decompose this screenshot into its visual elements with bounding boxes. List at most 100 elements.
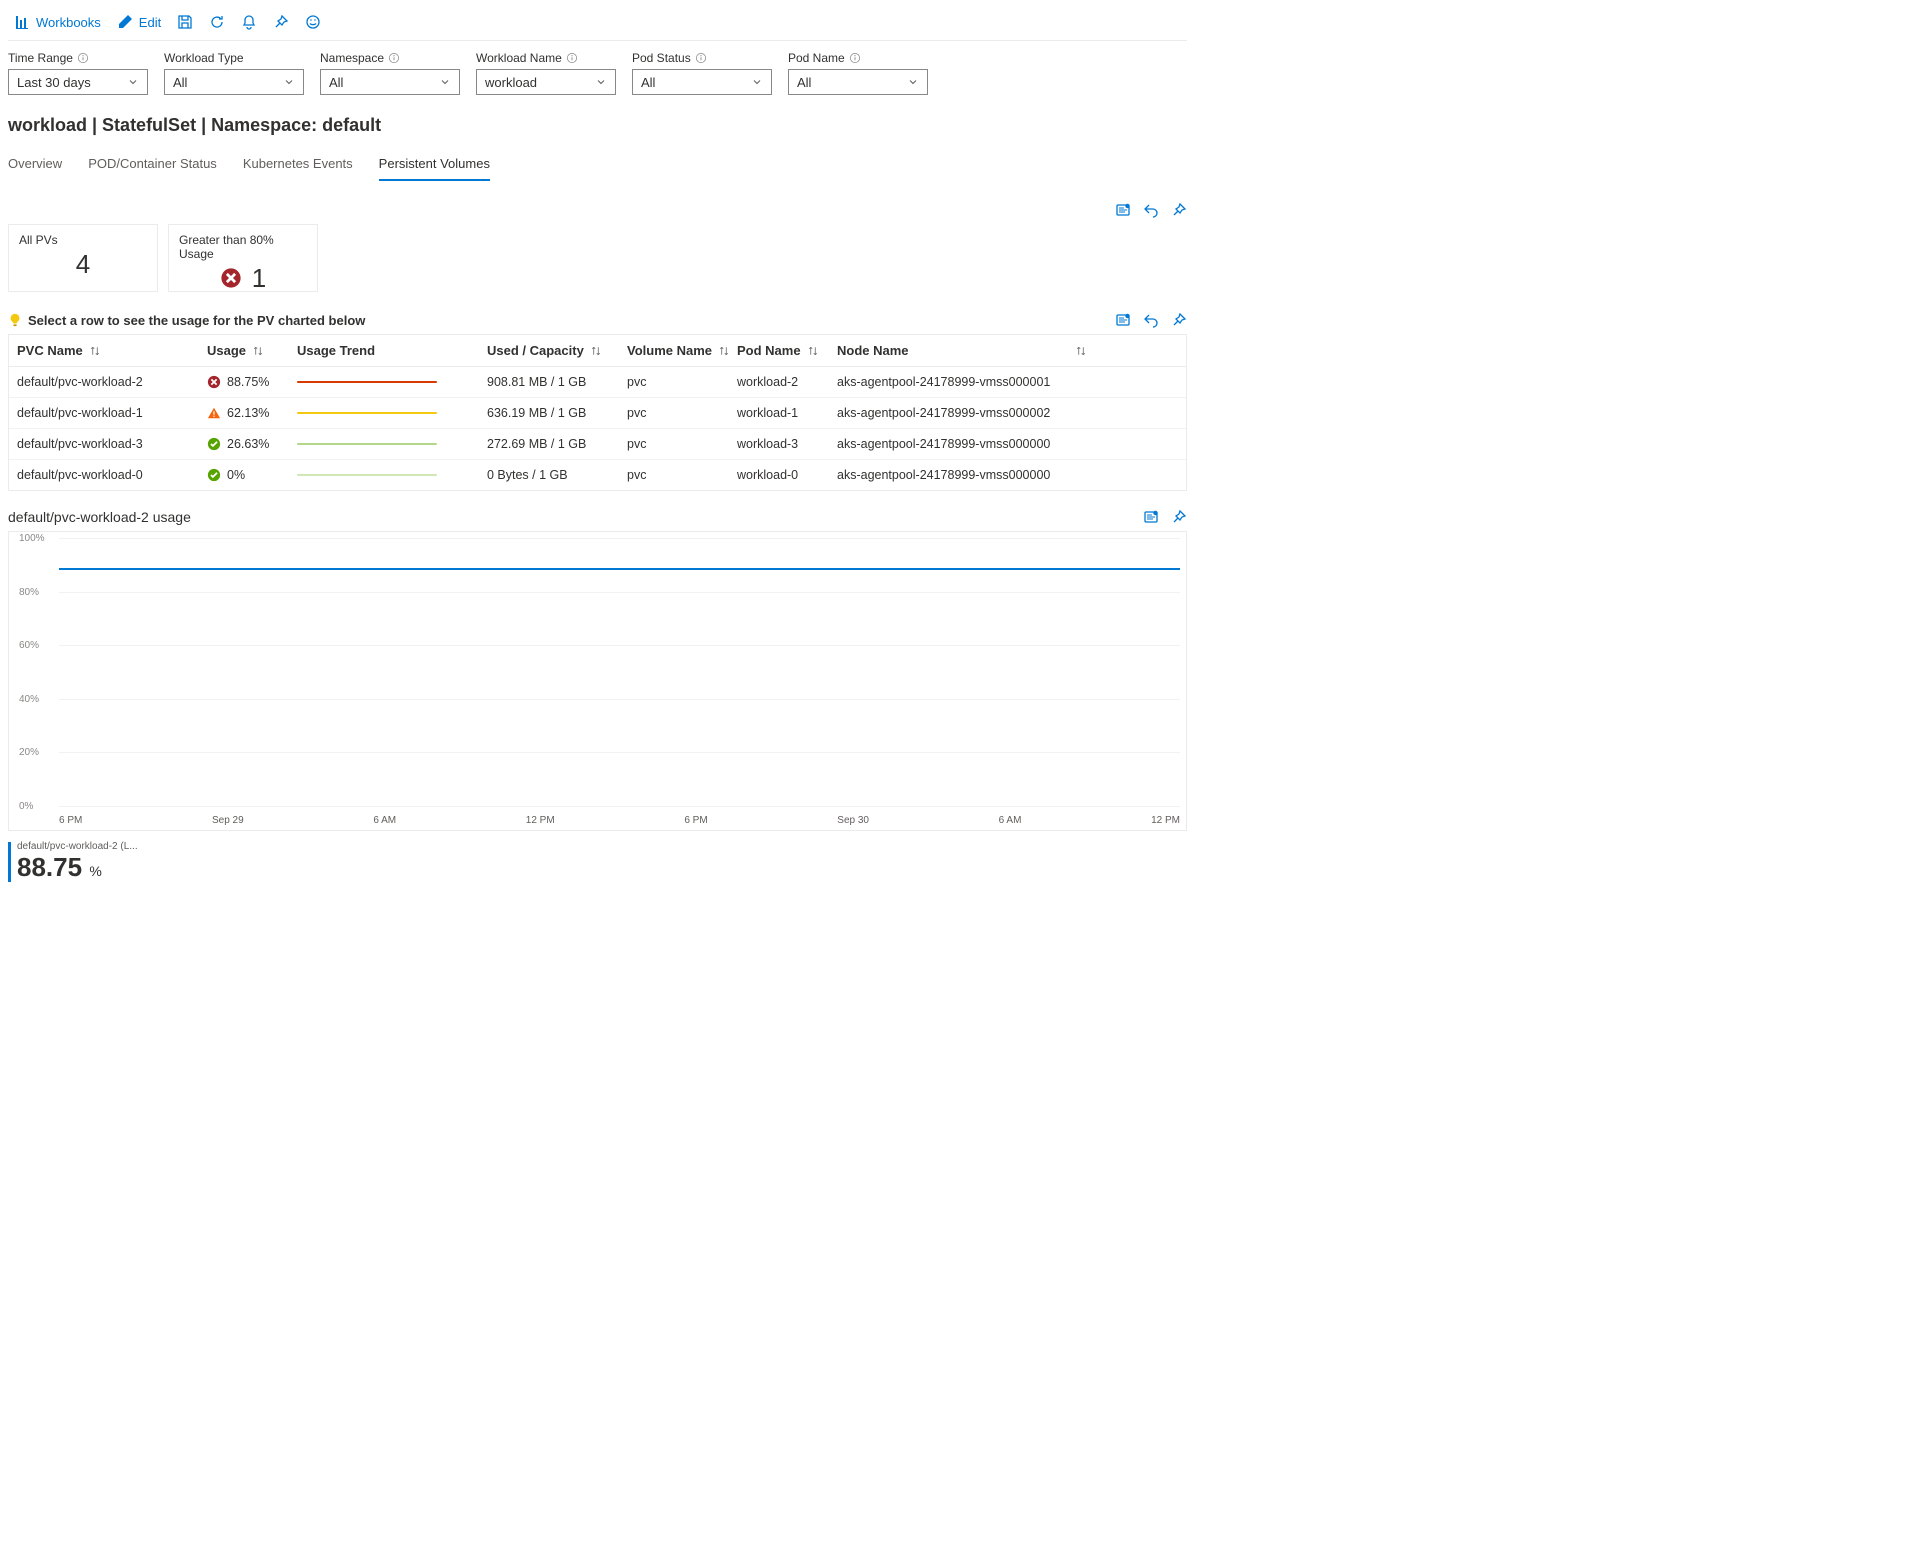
pin-button[interactable] <box>267 10 295 34</box>
tab-k8s-events[interactable]: Kubernetes Events <box>243 152 353 181</box>
feedback-button[interactable] <box>299 10 327 34</box>
info-icon <box>77 52 89 64</box>
gridline: 40% <box>59 699 1180 700</box>
sort-icon[interactable] <box>718 345 730 357</box>
x-tick-label: 6 PM <box>59 815 82 826</box>
chevron-down-icon <box>907 76 919 88</box>
chevron-down-icon <box>283 76 295 88</box>
info-icon <box>695 52 707 64</box>
sort-icon[interactable] <box>252 345 264 357</box>
x-tick-label: 6 PM <box>684 815 707 826</box>
info-icon <box>849 52 861 64</box>
sort-icon[interactable] <box>89 345 101 357</box>
summary-cards: All PVs 4 Greater than 80% Usage 1 <box>8 224 1187 292</box>
pod-name-select[interactable]: All <box>788 69 928 95</box>
pin-table-button[interactable] <box>1171 312 1187 328</box>
edit-button[interactable]: Edit <box>111 10 167 34</box>
th-pod[interactable]: Pod Name <box>737 343 801 358</box>
card-gt80[interactable]: Greater than 80% Usage 1 <box>168 224 318 292</box>
table-row[interactable]: default/pvc-workload-1 62.13% 636.19 MB … <box>9 398 1186 429</box>
th-trend[interactable]: Usage Trend <box>297 343 375 358</box>
legend-color-bar <box>8 842 11 882</box>
logs-button[interactable] <box>1115 202 1131 218</box>
legend-unit: % <box>89 863 101 879</box>
pod-status-label: Pod Status <box>632 51 691 65</box>
sort-icon[interactable] <box>590 345 602 357</box>
cell-pod: workload-0 <box>737 468 837 482</box>
tab-pod-status[interactable]: POD/Container Status <box>88 152 217 181</box>
logs-button[interactable] <box>1115 312 1131 328</box>
card-all-pvs[interactable]: All PVs 4 <box>8 224 158 292</box>
cell-used-cap: 908.81 MB / 1 GB <box>487 375 627 389</box>
tab-persistent-volumes[interactable]: Persistent Volumes <box>379 152 490 181</box>
save-button[interactable] <box>171 10 199 34</box>
status-icon <box>207 406 221 420</box>
table-header: PVC Name Usage Usage Trend Used / Capaci… <box>9 335 1186 367</box>
refresh-button[interactable] <box>203 10 231 34</box>
cell-usage: 88.75% <box>227 375 269 389</box>
gridline: 60% <box>59 645 1180 646</box>
workload-name-select[interactable]: workload <box>476 69 616 95</box>
th-volume[interactable]: Volume Name <box>627 343 712 358</box>
gridline: 0% <box>59 806 1180 807</box>
workload-name-label: Workload Name <box>476 51 562 65</box>
th-pvc-name[interactable]: PVC Name <box>17 343 83 358</box>
undo-button[interactable] <box>1143 202 1159 218</box>
time-range-select[interactable]: Last 30 days <box>8 69 148 95</box>
table-row[interactable]: default/pvc-workload-0 0% 0 Bytes / 1 GB… <box>9 460 1186 490</box>
edit-label: Edit <box>139 15 161 30</box>
undo-button[interactable] <box>1143 312 1159 328</box>
top-toolbar: Workbooks Edit <box>8 8 1187 41</box>
cell-node: aks-agentpool-24178999-vmss000000 <box>837 437 1087 451</box>
chart-icon <box>14 14 30 30</box>
th-node[interactable]: Node Name <box>837 343 909 358</box>
workbooks-button[interactable]: Workbooks <box>8 10 107 34</box>
cell-pvc: default/pvc-workload-0 <box>17 468 207 482</box>
usage-trend-sparkline <box>297 381 437 383</box>
chart-legend: default/pvc-workload-2 (L... 88.75 % <box>8 841 1187 883</box>
pencil-icon <box>117 14 133 30</box>
card-label: Greater than 80% Usage <box>179 233 307 261</box>
status-icon <box>207 468 221 482</box>
filters-row: Time Range Last 30 days Workload Type Al… <box>8 41 1187 109</box>
th-usage[interactable]: Usage <box>207 343 246 358</box>
workbooks-label: Workbooks <box>36 15 101 30</box>
cell-usage: 0% <box>227 468 245 482</box>
cell-volume: pvc <box>627 468 737 482</box>
pin-chart-button[interactable] <box>1171 509 1187 525</box>
sort-icon[interactable] <box>807 345 819 357</box>
namespace-select[interactable]: All <box>320 69 460 95</box>
alerts-button[interactable] <box>235 10 263 34</box>
pin-section-button[interactable] <box>1171 202 1187 218</box>
cell-pvc: default/pvc-workload-3 <box>17 437 207 451</box>
logs-button[interactable] <box>1143 509 1159 525</box>
workload-type-select[interactable]: All <box>164 69 304 95</box>
card-value: 4 <box>76 249 90 280</box>
cell-pod: workload-2 <box>737 375 837 389</box>
pv-table: PVC Name Usage Usage Trend Used / Capaci… <box>8 334 1187 491</box>
table-row[interactable]: default/pvc-workload-2 88.75% 908.81 MB … <box>9 367 1186 398</box>
chevron-down-icon <box>127 76 139 88</box>
y-tick-label: 40% <box>19 694 39 705</box>
y-tick-label: 20% <box>19 747 39 758</box>
x-tick-label: Sep 30 <box>837 815 869 826</box>
th-used-cap[interactable]: Used / Capacity <box>487 343 584 358</box>
x-tick-label: Sep 29 <box>212 815 244 826</box>
pod-status-select[interactable]: All <box>632 69 772 95</box>
cell-used-cap: 0 Bytes / 1 GB <box>487 468 627 482</box>
x-tick-label: 6 AM <box>999 815 1022 826</box>
cell-node: aks-agentpool-24178999-vmss000001 <box>837 375 1087 389</box>
status-icon <box>207 437 221 451</box>
smile-icon <box>305 14 321 30</box>
tab-overview[interactable]: Overview <box>8 152 62 181</box>
sort-icon[interactable] <box>1075 345 1087 357</box>
cell-usage: 26.63% <box>227 437 269 451</box>
cell-node: aks-agentpool-24178999-vmss000000 <box>837 468 1087 482</box>
cell-used-cap: 636.19 MB / 1 GB <box>487 406 627 420</box>
table-row[interactable]: default/pvc-workload-3 26.63% 272.69 MB … <box>9 429 1186 460</box>
cell-pvc: default/pvc-workload-2 <box>17 375 207 389</box>
x-tick-label: 12 PM <box>526 815 555 826</box>
cell-volume: pvc <box>627 375 737 389</box>
pin-icon <box>273 14 289 30</box>
usage-trend-sparkline <box>297 412 437 414</box>
